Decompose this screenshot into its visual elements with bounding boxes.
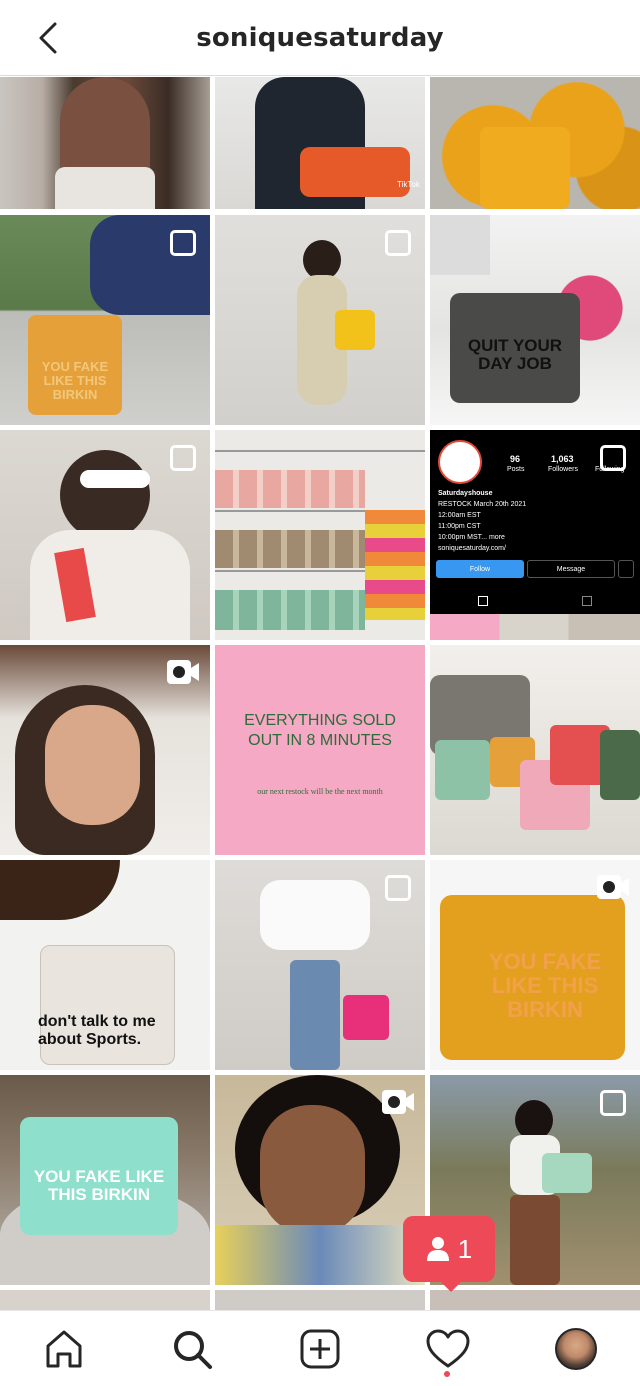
post-tile[interactable]: don't talk to me about Sports. [0,860,210,1070]
tiktok-watermark: TikTok [397,180,420,189]
carousel-icon [600,1090,626,1116]
person-icon [426,1237,449,1261]
post-tile[interactable] [430,645,640,855]
follow-label: Follow [469,565,491,573]
post-tile[interactable]: YOU FAKE LIKE THIS BIRKIN [0,1075,210,1285]
plus-square-icon [300,1329,340,1369]
bag-painted-text: YOU FAKE LIKE THIS BIRKIN [41,359,109,402]
message-button: Message [527,560,615,578]
carousel-icon [385,875,411,901]
post-tile[interactable]: YOU FAKE LIKE THIS BIRKIN [430,860,640,1070]
nav-search[interactable] [168,1325,216,1373]
post-tile[interactable] [430,1290,640,1310]
profile-name: Saturdayshouse [438,490,493,497]
carousel-icon [385,230,411,256]
posts-label: Posts [507,466,525,473]
home-icon [46,1330,82,1368]
post-tile[interactable] [215,215,425,425]
post-tile[interactable] [0,77,210,209]
activity-notification-bubble[interactable]: 1 [403,1216,495,1292]
post-tile[interactable] [0,430,210,640]
activity-dot [444,1371,450,1377]
posts-count: 96 [510,454,521,464]
message-label: Message [556,565,586,573]
carousel-icon [170,445,196,471]
carousel-icon [170,230,196,256]
bio-line: 12:00am EST [438,512,481,519]
video-icon [597,875,629,899]
post-subline: our next restock will be the next month [257,787,383,796]
notification-count: 1 [457,1233,473,1264]
followers-count: 1,063 [551,454,574,464]
post-tile[interactable]: QUIT YOUR DAY JOB [430,215,640,425]
post-tile[interactable]: TikTok [215,77,425,209]
carousel-icon [600,445,626,471]
search-icon [174,1331,212,1369]
post-tile[interactable] [215,1290,425,1310]
nav-new-post[interactable] [296,1325,344,1373]
avatar [555,1328,597,1370]
post-tile[interactable] [430,77,640,209]
post-tile[interactable]: YOU FAKE LIKE THIS BIRKIN [0,215,210,425]
video-icon [167,660,199,684]
post-tile[interactable] [0,1290,210,1310]
tagged-icon [582,596,592,606]
chevron-left-icon [39,22,57,54]
post-tile-profile-screenshot[interactable]: 96 Posts 1,063 Followers Following Satur… [430,430,640,640]
bio-line: 10:00pm MST... more [438,534,505,541]
video-icon [382,1090,414,1114]
heart-icon [426,1329,470,1368]
bag-painted-text: YOU FAKE LIKE THIS BIRKIN [33,1167,165,1204]
bag-painted-text: don't talk to me about Sports. [38,1013,156,1048]
post-tile[interactable] [215,430,425,640]
bio-line: 11:00pm CST [438,523,481,530]
dropdown-button [618,560,634,578]
nav-home[interactable] [40,1325,88,1373]
grid-icon [478,596,488,606]
app-header: soniquesaturday [0,0,640,76]
followers-label: Followers [548,466,578,473]
post-tile[interactable] [215,860,425,1070]
bottom-navigation-bar [0,1310,640,1386]
bio-line: RESTOCK March 20th 2021 [438,501,527,508]
bag-painted-text: YOU FAKE LIKE THIS BIRKIN [488,949,602,1022]
nav-activity[interactable] [424,1325,472,1373]
nav-profile[interactable] [552,1325,600,1373]
post-tile[interactable] [215,1075,425,1285]
bio-link: soniquesaturday.com/ [438,545,506,552]
post-headline: EVERYTHING SOLD OUT IN 8 MINUTES [244,712,396,749]
back-button[interactable] [28,18,68,58]
follow-button: Follow [436,560,524,578]
post-tile[interactable]: EVERYTHING SOLD OUT IN 8 MINUTES our nex… [215,645,425,855]
post-tile[interactable] [0,645,210,855]
bag-painted-text: QUIT YOUR DAY JOB [467,336,563,373]
profile-username-title: soniquesaturday [196,22,444,53]
